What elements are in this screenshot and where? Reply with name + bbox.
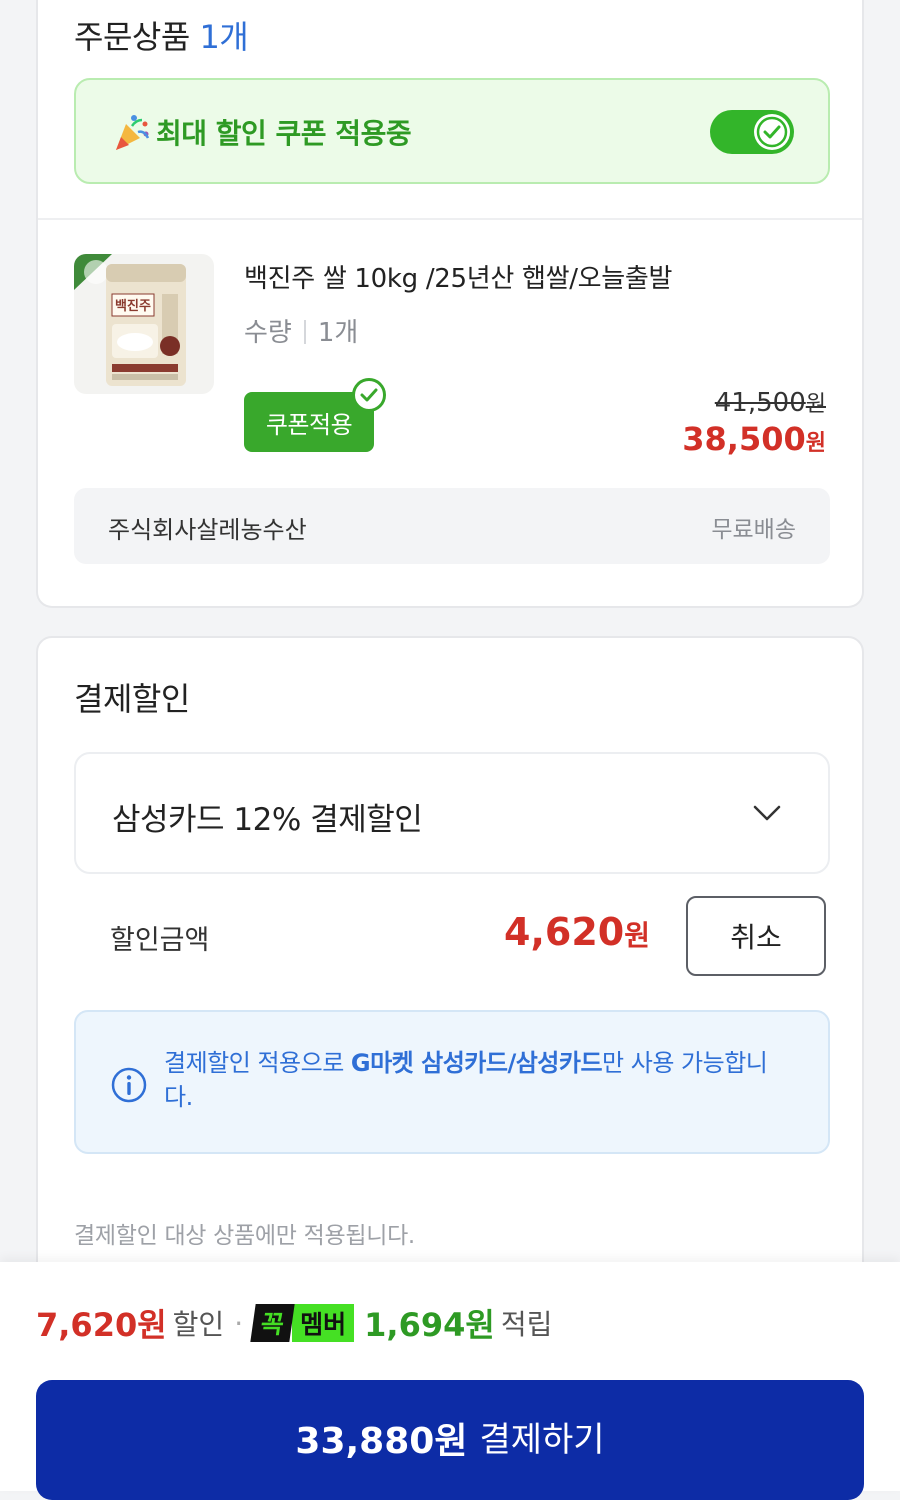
- selected-discount-option: 삼성카드 12% 결제할인: [112, 802, 423, 838]
- payment-discount-title: 결제할인: [74, 680, 190, 718]
- svg-text:백진주: 백진주: [115, 298, 151, 314]
- order-count: 1개: [199, 18, 249, 56]
- cancel-label: 취소: [730, 921, 782, 954]
- points-word: 적립: [500, 1308, 553, 1341]
- toggle-knob: [754, 114, 790, 150]
- pay-button[interactable]: 33,880원 결제하기: [36, 1380, 864, 1500]
- coupon-check-icon: [352, 378, 386, 412]
- seller-name[interactable]: 주식회사살레농수산: [108, 510, 307, 545]
- order-items-card: 주문상품 1개 최대 할인 쿠폰 적용중 백진주 백진주 쌀 10kg /25년…: [36, 0, 864, 608]
- discount-amount: 4,620원: [504, 910, 650, 954]
- discount-info-box: 결제할인 적용으로 G마켓 삼성카드/삼성카드만 사용 가능합니다.: [74, 1010, 830, 1154]
- order-items-title: 주문상품 1개: [74, 12, 249, 58]
- party-popper-icon: [116, 115, 150, 150]
- badge-left: 꼭: [250, 1304, 295, 1342]
- max-coupon-banner: 최대 할인 쿠폰 적용중: [74, 78, 830, 184]
- coupon-applied-label: 쿠폰적용: [265, 410, 353, 439]
- discount-word: 할인: [172, 1308, 225, 1341]
- discount-note: 결제할인 대상 상품에만 적용됩니다.: [74, 1223, 415, 1249]
- divider: [38, 218, 862, 220]
- final-price: 38,500원: [682, 420, 826, 458]
- discount-option-select[interactable]: 삼성카드 12% 결제할인: [74, 752, 830, 874]
- cancel-discount-button[interactable]: 취소: [686, 896, 826, 976]
- discount-info-text: 결제할인 적용으로 G마켓 삼성카드/삼성카드만 사용 가능합니다.: [164, 1049, 768, 1111]
- kkok-member-badge: 꼭 멤버: [250, 1304, 355, 1342]
- quantity-label: 수량: [244, 318, 292, 348]
- seller-shipping-box: 주식회사살레농수산 무료배송: [74, 488, 830, 564]
- total-discount: 7,620원: [36, 1306, 167, 1344]
- order-title-text: 주문상품: [74, 18, 190, 56]
- checkout-bottom-bar: 7,620원 할인 · 꼭 멤버 1,694원 적립 33,880원 결제하기: [0, 1262, 900, 1500]
- original-price: 41,500원: [714, 388, 826, 418]
- coupon-banner-text: 최대 할인 쿠폰 적용중: [156, 117, 412, 150]
- check-icon: [756, 116, 788, 148]
- pay-label: 결제하기: [479, 1420, 605, 1460]
- product-name[interactable]: 백진주 쌀 10kg /25년산 햅쌀/오늘출발: [244, 258, 672, 295]
- badge-right: 멤버: [292, 1304, 355, 1342]
- points-amount: 1,694원: [364, 1306, 495, 1344]
- coupon-toggle[interactable]: [710, 110, 794, 154]
- pay-amount: 33,880원: [295, 1421, 468, 1462]
- check-mark: [360, 388, 378, 402]
- quantity-value: 1개: [317, 318, 359, 348]
- info-icon: [111, 1067, 147, 1103]
- rice-bag-image: 백진주: [74, 254, 186, 386]
- payment-discount-card: 결제할인 삼성카드 12% 결제할인 할인금액 4,620원 취소 결제할인 적…: [36, 636, 864, 1336]
- quantity-separator: [303, 320, 306, 344]
- product-thumbnail[interactable]: 백진주: [74, 254, 214, 394]
- shipping-info: 무료배송: [711, 517, 796, 543]
- discount-amount-label: 할인금액: [110, 925, 210, 956]
- separator: ·: [234, 1306, 244, 1340]
- product-quantity: 수량 1개: [244, 312, 358, 349]
- savings-summary: 7,620원 할인 · 꼭 멤버 1,694원 적립: [36, 1300, 552, 1346]
- chevron-down-icon: [753, 805, 781, 821]
